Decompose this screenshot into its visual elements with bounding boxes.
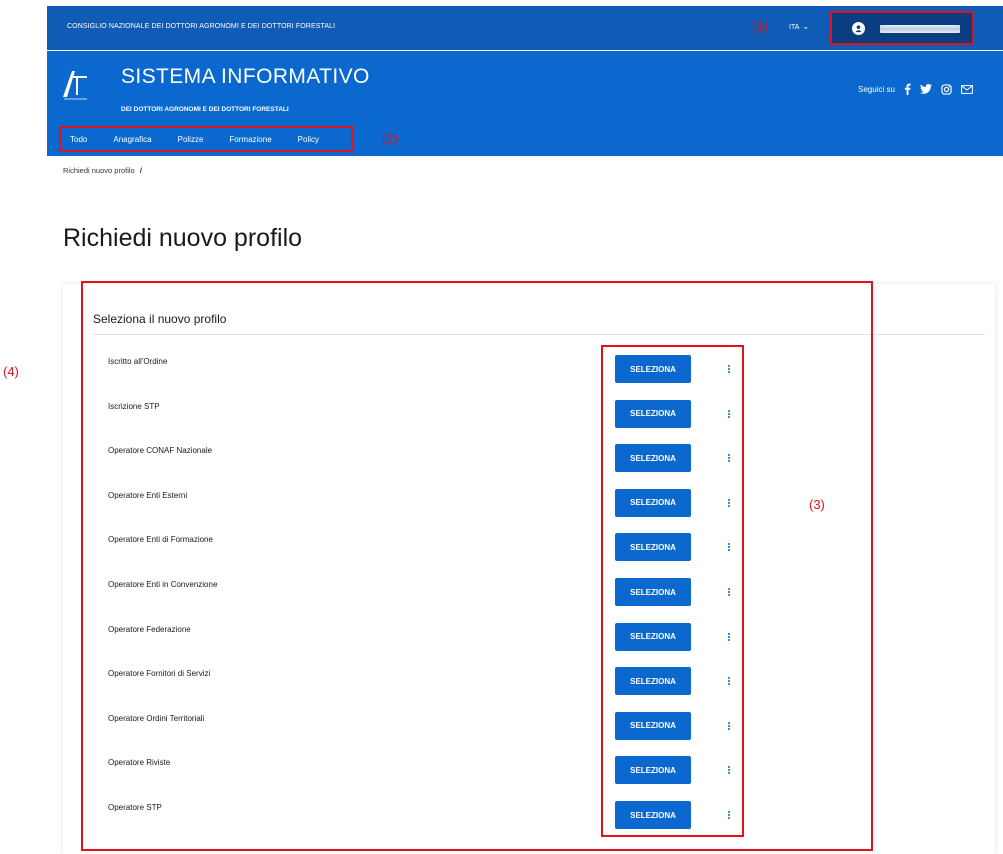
more-options-icon[interactable] [726, 765, 732, 777]
profile-label: Operatore CONAF Nazionale [108, 446, 213, 456]
more-options-icon[interactable] [726, 364, 732, 376]
main-nav: Todo Anagrafica Polizze Formazione Polic… [47, 123, 1003, 156]
nav-item-anagrafica[interactable]: Anagrafica [113, 135, 151, 144]
site-header: SISTEMA INFORMATIVO DEI DOTTORI AGRONOMI… [47, 51, 1003, 123]
breadcrumb-separator: / [139, 166, 142, 175]
page-title: Richiedi nuovo profilo [63, 224, 303, 252]
profile-label: Operatore Fornitori di Servizi [108, 669, 211, 679]
top-bar: CONSIGLIO NAZIONALE DEI DOTTORI AGRONOMI… [47, 6, 1003, 50]
select-profile-button[interactable]: SELEZIONA [615, 801, 691, 829]
breadcrumb-item[interactable]: Richiedi nuovo profilo [63, 166, 135, 175]
select-profile-button[interactable]: SELEZIONA [615, 399, 691, 428]
social-links: Seguici su [858, 83, 973, 95]
facebook-icon[interactable] [904, 83, 911, 95]
profile-label: Operatore Riviste [108, 758, 171, 768]
select-profile-button[interactable]: SELEZIONA [615, 355, 691, 383]
select-profile-button[interactable]: SELEZIONA [615, 667, 691, 696]
select-profile-button[interactable]: SELEZIONA [615, 533, 691, 562]
annotation-1: (1) [752, 19, 768, 34]
select-profile-button[interactable]: SELEZIONA [615, 711, 691, 740]
nav-item-polizze[interactable]: Polizze [178, 135, 204, 144]
nav-menu: Todo Anagrafica Polizze Formazione Polic… [59, 126, 353, 152]
social-label: Seguici su [858, 84, 895, 94]
profile-label: Iscrizione STP [108, 401, 160, 411]
user-menu[interactable] [830, 11, 974, 45]
instagram-icon[interactable] [941, 83, 952, 95]
more-options-icon[interactable] [726, 810, 732, 822]
select-profile-button[interactable]: SELEZIONA [615, 622, 691, 651]
logo [63, 71, 87, 100]
breadcrumb: Richiedi nuovo profilo / [63, 166, 142, 175]
brand-title: SISTEMA INFORMATIVO [121, 65, 370, 88]
language-selector[interactable]: ITA ⌄ [789, 23, 809, 31]
profile-label: Operatore Federazione [108, 624, 191, 634]
nav-item-formazione[interactable]: Formazione [229, 135, 271, 144]
more-options-icon[interactable] [726, 587, 732, 599]
profile-label: Operatore Enti Esterni [108, 490, 188, 500]
brand-subtitle: DEI DOTTORI AGRONOMI E DEI DOTTORI FORES… [121, 106, 289, 113]
annotation-2: (2) [382, 131, 398, 146]
chevron-down-icon: ⌄ [802, 22, 810, 31]
language-label: ITA [789, 23, 800, 31]
select-profile-button[interactable]: SELEZIONA [615, 444, 691, 473]
more-options-icon[interactable] [726, 676, 732, 688]
annotation-3: (3) [809, 497, 825, 512]
nav-item-policy[interactable]: Policy [298, 135, 319, 144]
more-options-icon[interactable] [726, 453, 732, 465]
annotation-4: (4) [3, 364, 19, 379]
profile-label: Operatore STP [108, 803, 162, 812]
user-icon [852, 22, 865, 35]
profile-label: Operatore Enti in Convenzione [108, 580, 218, 589]
select-profile-button[interactable]: SELEZIONA [615, 488, 691, 517]
more-options-icon[interactable] [726, 632, 732, 644]
more-options-icon[interactable] [726, 498, 732, 510]
select-profile-button[interactable]: SELEZIONA [615, 756, 691, 785]
username-redacted [880, 25, 960, 33]
profile-label: Operatore Enti di Formazione [108, 535, 213, 545]
twitter-icon[interactable] [919, 84, 932, 94]
more-options-icon[interactable] [726, 542, 732, 554]
org-name: CONSIGLIO NAZIONALE DEI DOTTORI AGRONOMI… [67, 23, 336, 30]
select-profile-button[interactable]: SELEZIONA [615, 578, 691, 606]
mail-icon[interactable] [961, 84, 973, 94]
profile-label: Operatore Ordini Territoriali [108, 713, 205, 723]
more-options-icon[interactable] [726, 721, 732, 733]
more-options-icon[interactable] [726, 409, 732, 421]
annotation-frame-4 [81, 281, 873, 851]
nav-item-todo[interactable]: Todo [70, 135, 87, 144]
profile-label: Iscritto all'Ordine [108, 357, 168, 366]
